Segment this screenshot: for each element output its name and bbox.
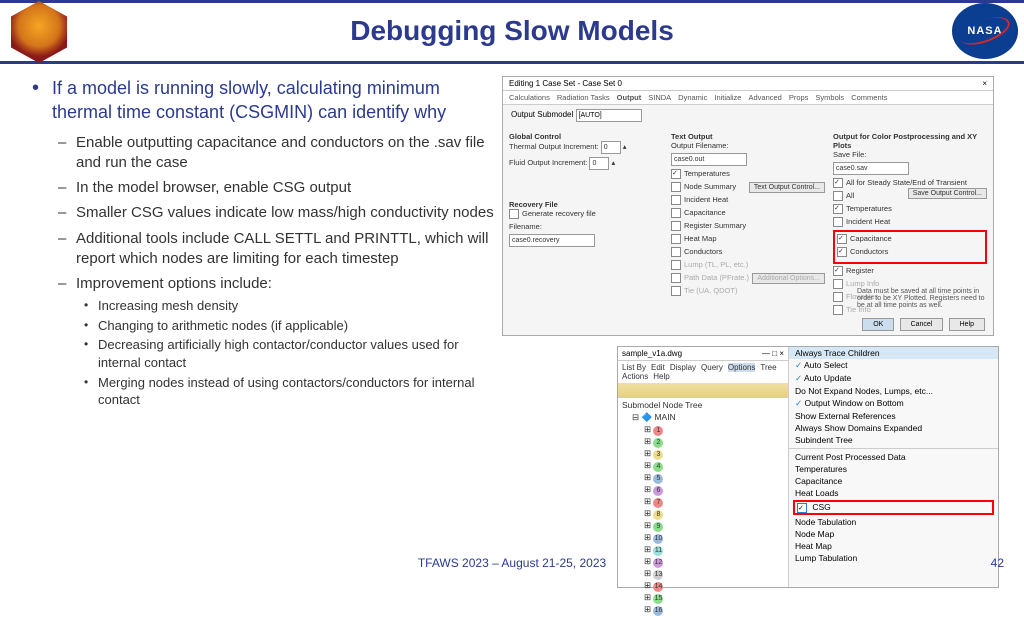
tab[interactable]: Symbols: [815, 93, 844, 102]
sub-item: Additional tools include CALL SETTL and …: [76, 229, 498, 270]
sub-list: Enable outputting capacitance and conduc…: [28, 133, 498, 409]
browser-left-panel: sample_v1a.dwg — □ × List ByEditDisplayQ…: [618, 347, 789, 587]
tab[interactable]: SINDA: [648, 93, 671, 102]
output-submodel-input[interactable]: [AUTO]: [576, 109, 642, 122]
browser-menu: List ByEditDisplayQueryOptionsTree Actio…: [618, 361, 788, 383]
tab[interactable]: Dynamic: [678, 93, 707, 102]
gen-recovery-checkbox[interactable]: [509, 209, 519, 219]
case-set-dialog: Editing 1 Case Set - Case Set 0 × Calcul…: [502, 76, 994, 336]
text-output-control-button[interactable]: Text Output Control...: [749, 182, 825, 193]
sub-item: Smaller CSG values indicate low mass/hig…: [76, 203, 498, 223]
tab[interactable]: Radiation Tasks: [557, 93, 610, 102]
global-control-col: Global Control Thermal Output Increment:…: [509, 132, 663, 318]
dialog-buttons: OK Cancel Help: [859, 318, 985, 331]
tab[interactable]: Output: [617, 93, 642, 102]
recovery-filename-input[interactable]: case0.recovery: [509, 234, 595, 247]
tab[interactable]: Initialize: [714, 93, 741, 102]
screenshots-column: Editing 1 Case Set - Case Set 0 × Calcul…: [502, 76, 1006, 414]
highlight-csg: CSG: [793, 500, 994, 515]
tab[interactable]: Advanced: [748, 93, 781, 102]
toolbar-icons[interactable]: [618, 383, 788, 398]
sub-item: In the model browser, enable CSG output: [76, 178, 498, 198]
dialog-titlebar: Editing 1 Case Set - Case Set 0 ×: [503, 77, 993, 91]
window-controls[interactable]: — □ ×: [762, 349, 784, 358]
additional-options-button[interactable]: Additional Options...: [752, 273, 825, 284]
save-output-control-button[interactable]: Save Output Control...: [908, 188, 987, 199]
close-icon[interactable]: ×: [982, 79, 987, 88]
tab[interactable]: Comments: [851, 93, 887, 102]
sub2-list: Increasing mesh density Changing to arit…: [76, 297, 498, 408]
footer-text: TFAWS 2023 – August 21-25, 2023: [0, 556, 1024, 570]
content: If a model is running slowly, calculatin…: [0, 64, 1024, 414]
options-menu: Always Trace Children Auto Select Auto U…: [789, 347, 998, 587]
main-bullet: If a model is running slowly, calculatin…: [28, 76, 498, 125]
page-number: 42: [991, 556, 1004, 570]
nasa-logo: NASA: [952, 3, 1018, 59]
data-note: Data must be saved at all time points in…: [857, 288, 987, 309]
tab[interactable]: Calculations: [509, 93, 550, 102]
output-filename-input[interactable]: case0.out: [671, 153, 747, 166]
thermal-inc-input[interactable]: 0: [601, 141, 621, 154]
sub2-item: Changing to arithmetic nodes (if applica…: [98, 317, 498, 335]
model-browser-dialog: sample_v1a.dwg — □ × List ByEditDisplayQ…: [617, 346, 999, 588]
sub2-item: Decreasing artificially high contactor/c…: [98, 336, 498, 371]
dialog-tabs: Calculations Radiation Tasks Output SINDA Dy…: [503, 91, 993, 105]
text-output-col: Text Output Output Filename: case0.out T…: [671, 132, 825, 318]
highlight-capacitance-conductors: Capacitance Conductors: [833, 230, 987, 264]
sub2-item: Merging nodes instead of using contactor…: [98, 374, 498, 409]
tab[interactable]: Props: [789, 93, 809, 102]
header: Debugging Slow Models NASA: [0, 0, 1024, 64]
sub-item: Enable outputting capacitance and conduc…: [76, 133, 498, 174]
cancel-button[interactable]: Cancel: [900, 318, 944, 331]
ok-button[interactable]: OK: [862, 318, 894, 331]
page-title: Debugging Slow Models: [0, 3, 1024, 47]
bullet-column: If a model is running slowly, calculatin…: [28, 76, 498, 414]
fluid-inc-input[interactable]: 0: [589, 157, 609, 170]
help-button[interactable]: Help: [949, 318, 985, 331]
node-tree: Submodel Node Tree ⊟ 🔷 MAIN ⊞ 1 ⊞ 2 ⊞ 3 …: [618, 398, 788, 618]
sub2-item: Increasing mesh density: [98, 297, 498, 315]
save-file-input[interactable]: case0.sav: [833, 162, 909, 175]
sub-item: Improvement options include: Increasing …: [76, 274, 498, 409]
